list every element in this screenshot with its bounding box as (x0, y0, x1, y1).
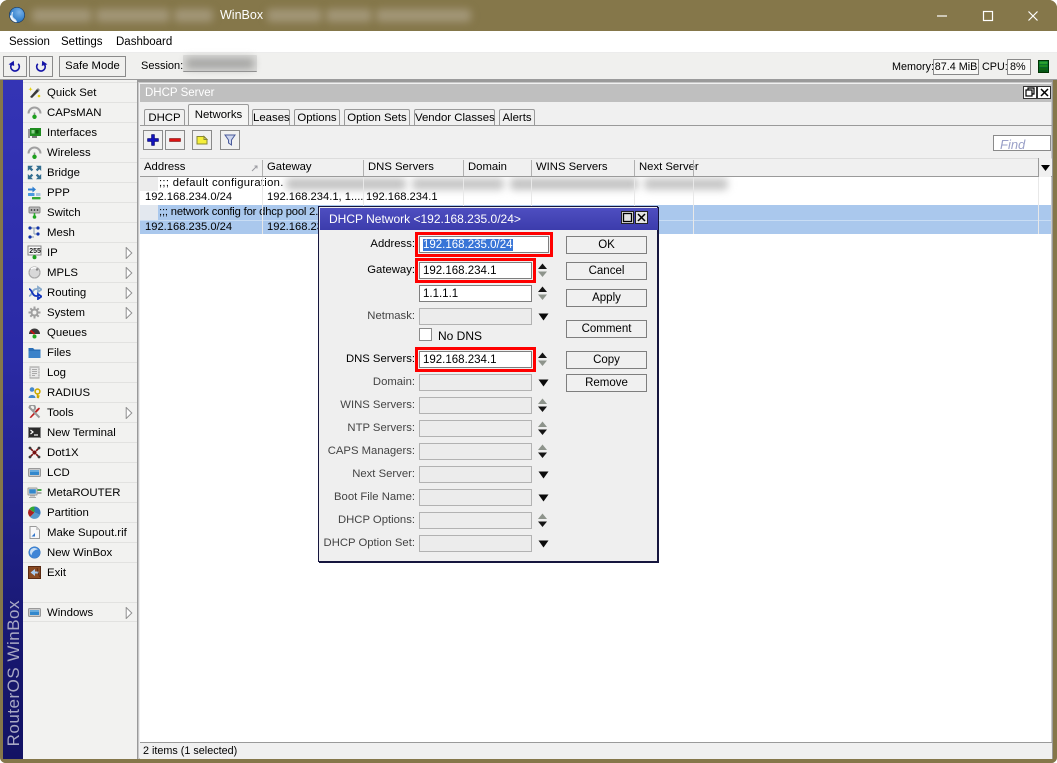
svg-text:255: 255 (29, 248, 41, 255)
